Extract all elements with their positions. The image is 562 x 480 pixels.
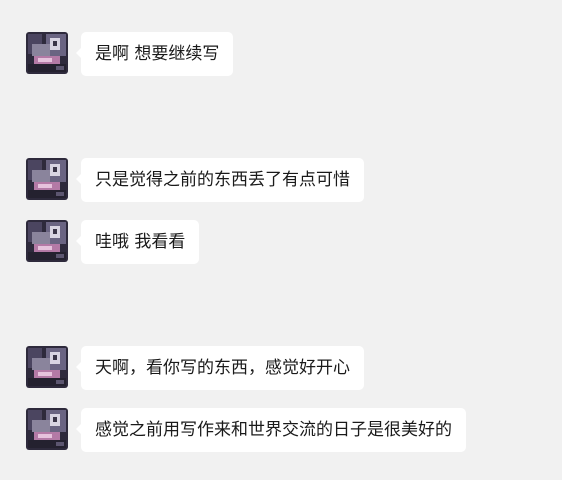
contact-avatar[interactable]: [26, 32, 68, 74]
message-bubble[interactable]: 哇哦 我看看: [75, 220, 200, 264]
message-bubble[interactable]: 是啊 想要继续写: [75, 32, 234, 76]
message-row: 是啊 想要继续写: [0, 32, 562, 76]
contact-avatar[interactable]: [26, 158, 68, 200]
message-bubble[interactable]: 只是觉得之前的东西丢了有点可惜: [76, 158, 364, 202]
contact-avatar[interactable]: [26, 346, 68, 388]
contact-avatar[interactable]: [26, 220, 68, 262]
message-row: 哇哦 我看看: [0, 220, 562, 264]
contact-avatar[interactable]: [26, 408, 68, 450]
message-bubble[interactable]: 感觉之前用写作来和世界交流的日子是很美好的: [76, 408, 466, 452]
message-row: 天啊，看你写的东西，感觉好开心: [0, 346, 562, 390]
message-row: 感觉之前用写作来和世界交流的日子是很美好的: [0, 408, 562, 452]
message-bubble[interactable]: 天啊，看你写的东西，感觉好开心: [76, 346, 364, 390]
message-row: 只是觉得之前的东西丢了有点可惜: [0, 158, 562, 202]
